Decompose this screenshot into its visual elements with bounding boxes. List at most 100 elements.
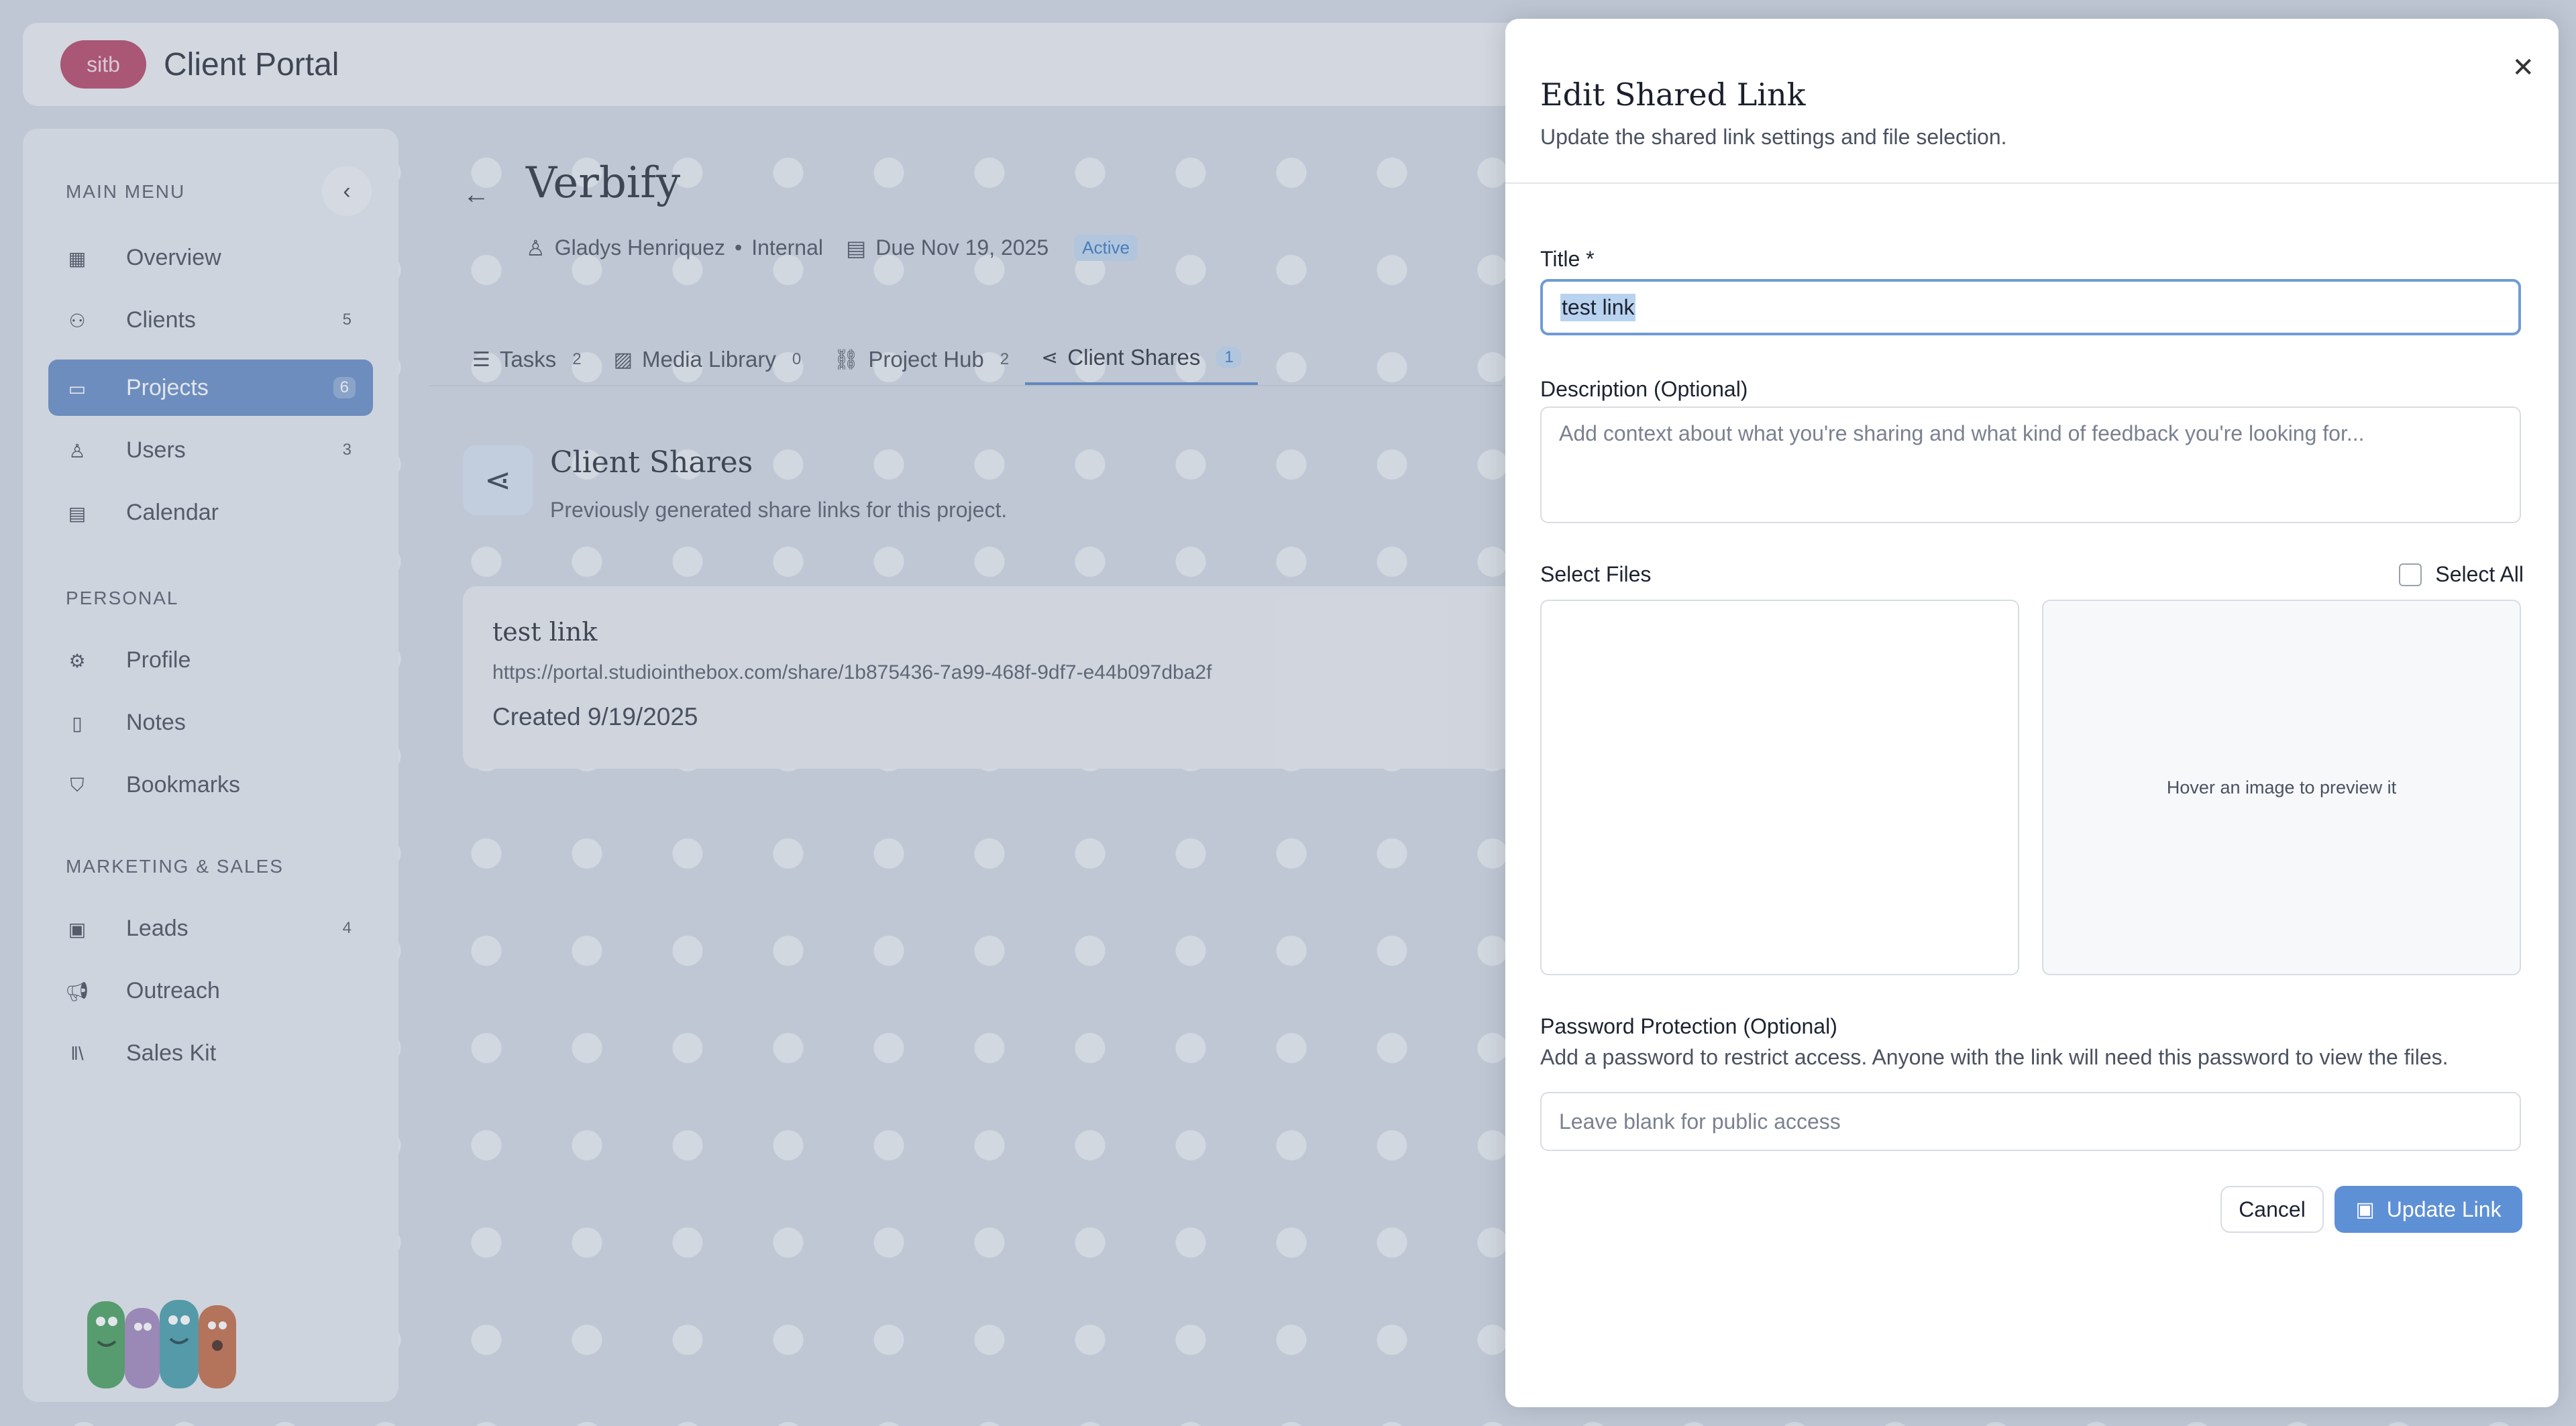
image-preview-pane: Hover an image to preview it: [2042, 600, 2521, 975]
divider: [1505, 182, 2559, 184]
contact-icon: ▣: [68, 918, 87, 940]
share-link-card[interactable]: test link https://portal.studiointhebox.…: [463, 586, 1536, 769]
sidebar-item-label: Projects: [126, 374, 209, 400]
sidebar-item-label: Calendar: [126, 499, 219, 525]
app-title: Client Portal: [164, 46, 339, 83]
sidebar-item-label: Sales Kit: [126, 1040, 217, 1066]
update-link-label: Update Link: [2386, 1197, 2502, 1221]
tab-label: Project Hub: [868, 347, 984, 372]
project-title: Verbify: [526, 158, 681, 208]
user-icon: ♙: [526, 235, 545, 260]
collapse-sidebar-button[interactable]: ‹: [322, 166, 372, 216]
tab-label: Media Library: [641, 347, 776, 372]
grid-icon: ▦: [68, 248, 87, 269]
sidebar-item-label: Notes: [126, 709, 186, 735]
tab-count: 2: [1000, 350, 1010, 368]
tab-label: Tasks: [499, 347, 557, 372]
update-link-button[interactable]: ▣ Update Link: [2334, 1186, 2522, 1233]
tab-tasks[interactable]: ☰ Tasks 2: [456, 333, 598, 386]
sidebar-item-calendar[interactable]: ▤ Calendar: [48, 484, 373, 541]
status-badge: Active: [1074, 235, 1138, 261]
tab-count: 0: [792, 350, 802, 368]
sidebar-item-label: Profile: [126, 647, 191, 673]
sidebar-item-sales-kit[interactable]: ‖\ Sales Kit: [48, 1025, 373, 1081]
share-link-created: Created 9/19/2025: [492, 703, 698, 730]
sidebar-item-notes[interactable]: ▯ Notes: [48, 694, 373, 751]
password-placeholder: Leave blank for public access: [1559, 1109, 1841, 1134]
section-subtitle: Previously generated share links for thi…: [550, 498, 1008, 522]
project-due: Due Nov 19, 2025: [875, 235, 1049, 260]
tab-label: Client Shares: [1067, 345, 1201, 370]
count-badge: 5: [342, 311, 352, 329]
password-input[interactable]: Leave blank for public access: [1540, 1092, 2521, 1151]
calendar-icon: ▤: [845, 235, 867, 260]
checkbox[interactable]: [2399, 563, 2422, 586]
select-files-label: Select Files: [1540, 562, 1652, 586]
sidebar-item-projects[interactable]: ▭ Projects 6: [48, 360, 373, 416]
sidebar-item-clients[interactable]: ⚇ Clients 5: [48, 292, 373, 348]
share-link-title: test link: [492, 617, 598, 647]
project-owner: Gladys Henriquez: [554, 235, 726, 260]
sidebar-item-label: Outreach: [126, 977, 220, 1003]
sidebar-item-overview[interactable]: ▦ Overview: [48, 229, 373, 286]
password-help: Add a password to restrict access. Anyon…: [1540, 1045, 2449, 1069]
section-title: Client Shares: [550, 445, 753, 480]
share-link-url[interactable]: https://portal.studiointhebox.com/share/…: [492, 661, 1507, 684]
share-icon: ⋖: [1041, 346, 1059, 369]
chevron-left-icon: ‹: [343, 178, 351, 204]
select-all-checkbox[interactable]: Select All: [2399, 562, 2524, 587]
sidebar-item-users[interactable]: ♙ Users 3: [48, 422, 373, 478]
file-list[interactable]: [1540, 600, 2019, 975]
folder-icon: ▭: [68, 378, 87, 399]
gear-icon: ⚙: [68, 650, 86, 671]
sidebar: MAIN MENU ‹ ▦ Overview ⚇ Clients 5 ▭ Pro…: [23, 129, 398, 1402]
save-icon: ▣: [2355, 1198, 2375, 1221]
section-marketing-sales: MARKETING & SALES: [66, 856, 284, 877]
sidebar-item-label: Leads: [126, 915, 189, 941]
description-label: Description (Optional): [1540, 377, 1748, 401]
users-icon: ⚇: [68, 310, 86, 331]
mascot-illustration: [87, 1300, 236, 1388]
select-all-label: Select All: [2435, 562, 2524, 586]
calendar-icon: ▤: [68, 502, 87, 524]
project-meta: ♙ Gladys Henriquez • Internal ▤ Due Nov …: [526, 235, 1138, 261]
link-icon: ⛓: [833, 348, 859, 371]
file-image-icon: ▨: [613, 348, 633, 371]
sidebar-item-outreach[interactable]: 📢︎ Outreach: [48, 963, 373, 1019]
sidebar-item-label: Overview: [126, 244, 221, 270]
sidebar-item-profile[interactable]: ⚙ Profile: [48, 632, 373, 688]
dialog-subtitle: Update the shared link settings and file…: [1540, 125, 2007, 149]
password-label: Password Protection (Optional): [1540, 1014, 1837, 1038]
tab-client-shares[interactable]: ⋖ Client Shares 1: [1025, 333, 1258, 386]
megaphone-icon: 📢︎: [65, 981, 89, 1002]
description-textarea[interactable]: Add context about what you're sharing an…: [1540, 406, 2521, 523]
sidebar-item-bookmarks[interactable]: ⛉ Bookmarks: [48, 757, 373, 813]
title-input[interactable]: test link: [1540, 279, 2521, 335]
sidebar-item-label: Clients: [126, 307, 196, 333]
cancel-button[interactable]: Cancel: [2220, 1186, 2324, 1233]
close-icon[interactable]: ✕: [2512, 52, 2534, 83]
share-icon: ⋖: [463, 445, 533, 515]
tab-count: 2: [572, 350, 582, 368]
project-type: Internal: [751, 235, 823, 260]
separator-dot: •: [735, 235, 743, 260]
count-badge: 3: [342, 441, 352, 459]
sidebar-item-label: Users: [126, 437, 186, 463]
list-icon: ☰: [472, 348, 490, 371]
tab-project-hub[interactable]: ⛓ Project Hub 2: [817, 333, 1025, 386]
logo[interactable]: sitb: [60, 40, 146, 89]
user-icon: ♙: [68, 440, 86, 461]
description-placeholder: Add context about what you're sharing an…: [1559, 421, 2365, 445]
project-tabs: ☰ Tasks 2 ▨ Media Library 0 ⛓ Project Hu…: [456, 333, 1258, 386]
back-arrow-icon[interactable]: ←: [463, 180, 490, 210]
sidebar-item-leads[interactable]: ▣ Leads 4: [48, 900, 373, 956]
tab-media-library[interactable]: ▨ Media Library 0: [598, 333, 818, 386]
count-badge: 4: [342, 919, 352, 937]
section-personal: PERSONAL: [66, 588, 179, 608]
tabs-divider: [429, 385, 1503, 386]
dialog-title: Edit Shared Link: [1540, 76, 1806, 113]
bookmark-icon: ⛉: [70, 774, 85, 796]
top-bar: sitb Client Portal: [23, 23, 1525, 106]
document-icon: ▯: [72, 712, 83, 734]
title-input-value: test link: [1560, 293, 1636, 321]
